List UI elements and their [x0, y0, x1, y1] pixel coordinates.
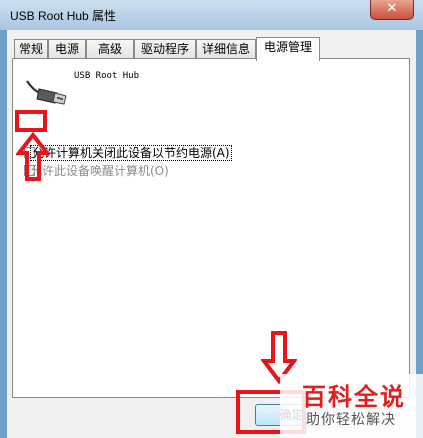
allow-power-off-label[interactable]: 允许计算机关闭此设备以节约电源(A): [30, 145, 232, 161]
tab-details[interactable]: 详细信息: [196, 39, 256, 59]
usb-plug-icon: [26, 80, 67, 105]
close-icon: ✕: [386, 1, 398, 16]
tab-strip: 常规 电源 高级 驱动程序 详细信息 电源管理: [14, 37, 414, 61]
watermark-title: 百科全说: [302, 383, 406, 411]
allow-wake-label: 允许此设备唤醒计算机(O): [30, 164, 169, 178]
watermark-subtitle: 助你轻松解决: [306, 412, 396, 428]
window-title: USB Root Hub 属性: [10, 9, 117, 23]
tab-power-management[interactable]: 电源管理: [256, 37, 320, 61]
power-management-panel: USB Root Hub 允许计算机关闭此设备以节约电源(A) 允许此设备唤醒计…: [12, 58, 410, 398]
tab-power[interactable]: 电源: [48, 39, 86, 59]
title-bar[interactable]: USB Root Hub 属性 ✕: [0, 0, 423, 30]
watermark-logo: 百科全说 助你轻松解决: [280, 374, 423, 438]
properties-window: USB Root Hub 属性 ✕ 常规 电源 高级 驱动程序 详细信息 电源管…: [0, 0, 423, 438]
tab-general[interactable]: 常规: [14, 39, 48, 59]
annotation-box-checkbox: [15, 110, 47, 132]
device-name: USB Root Hub: [74, 71, 140, 81]
tab-advanced[interactable]: 高级: [86, 39, 134, 59]
up-arrow-annotation: [16, 132, 50, 181]
close-button[interactable]: ✕: [370, 0, 414, 20]
tab-driver[interactable]: 驱动程序: [134, 39, 196, 59]
